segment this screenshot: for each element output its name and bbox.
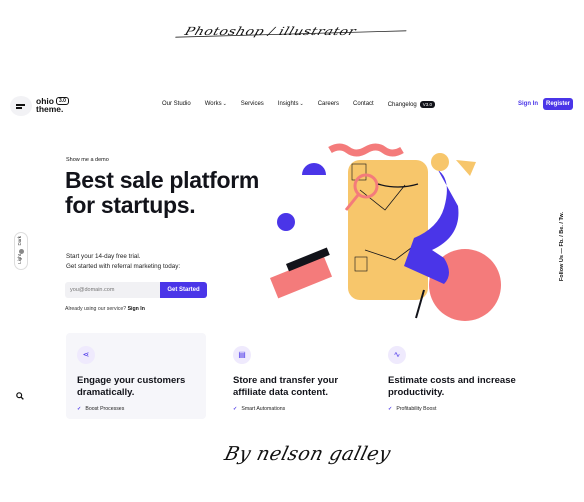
blue-dot-shape — [277, 213, 295, 231]
light-label: Light — [17, 254, 22, 264]
half-circle-shape — [302, 163, 326, 175]
hero-subtext: Start your 14-day free trial. Get starte… — [66, 252, 226, 272]
search-icon[interactable] — [16, 392, 24, 402]
document-shape — [348, 160, 428, 300]
chevron-down-icon: ⌄ — [299, 101, 304, 107]
nav-insights[interactable]: Insights⌄ — [278, 101, 304, 108]
get-started-button[interactable]: Get Started — [160, 282, 207, 298]
dark-label: Dark — [17, 236, 22, 246]
signin-inline-link[interactable]: Sign In — [128, 306, 145, 312]
feature-title: Estimate costs and increase productivity… — [388, 375, 516, 398]
feature-check: Smart Automations — [233, 406, 285, 412]
figure-head-shape — [431, 153, 449, 171]
feature-title: Engage your customers dramatically. — [77, 375, 186, 398]
nav-changelog[interactable]: Changelog V3.0 — [388, 101, 436, 108]
hero-headline: Best sale platform for startups. — [65, 167, 259, 218]
database-icon: ▤ — [233, 346, 251, 364]
logo[interactable]: ohio 3.0 theme. — [36, 97, 69, 113]
email-input[interactable] — [65, 282, 160, 298]
register-button[interactable]: Register — [543, 98, 573, 110]
nav-careers[interactable]: Careers — [318, 101, 339, 108]
triangle-shape — [456, 160, 476, 176]
feature-card-store[interactable]: ▤ Store and transfer your affiliate data… — [222, 333, 362, 419]
feature-title: Store and transfer your affiliate data c… — [233, 375, 339, 398]
hero-subtext-line1: Start your 14-day free trial. — [66, 253, 141, 260]
feature-check: Boost Processes — [77, 406, 124, 412]
nav-works[interactable]: Works⌄ — [205, 101, 227, 108]
hero-illustration — [270, 143, 501, 321]
feature-card-estimate[interactable]: ∿ Estimate costs and increase productivi… — [377, 333, 517, 419]
signature-top: Photoshop / illustrator — [183, 26, 402, 39]
demo-kicker[interactable]: Show me a demo — [66, 157, 109, 163]
hero-subtext-line2: Get started with referral marketing toda… — [66, 263, 181, 270]
feature-check: Profitability Boost — [388, 406, 436, 412]
nav-contact[interactable]: Contact — [353, 101, 374, 108]
already-using-text: Already using our service? Sign In — [65, 306, 145, 312]
feature-card-engage[interactable]: ⋖ Engage your customers dramatically. Bo… — [66, 333, 206, 419]
nav-services[interactable]: Services — [241, 101, 264, 108]
signin-link[interactable]: Sign In — [518, 101, 538, 107]
chevron-down-icon: ⌄ — [222, 101, 227, 107]
theme-toggle[interactable]: Dark Light — [14, 232, 28, 270]
version-badge: V3.0 — [419, 101, 436, 108]
menu-icon[interactable] — [10, 96, 32, 116]
nav-our-studio[interactable]: Our Studio — [162, 101, 191, 108]
logo-line2: theme. — [36, 104, 64, 114]
main-nav: Our Studio Works⌄ Services Insights⌄ Car… — [162, 101, 436, 108]
signature-bottom: By nelson galley — [222, 443, 394, 465]
wave-shape — [328, 143, 404, 157]
pulse-icon: ∿ — [388, 346, 406, 364]
social-links[interactable]: Follow Us — Fb. / Be. / Tw. — [559, 212, 565, 281]
share-icon: ⋖ — [77, 346, 95, 364]
